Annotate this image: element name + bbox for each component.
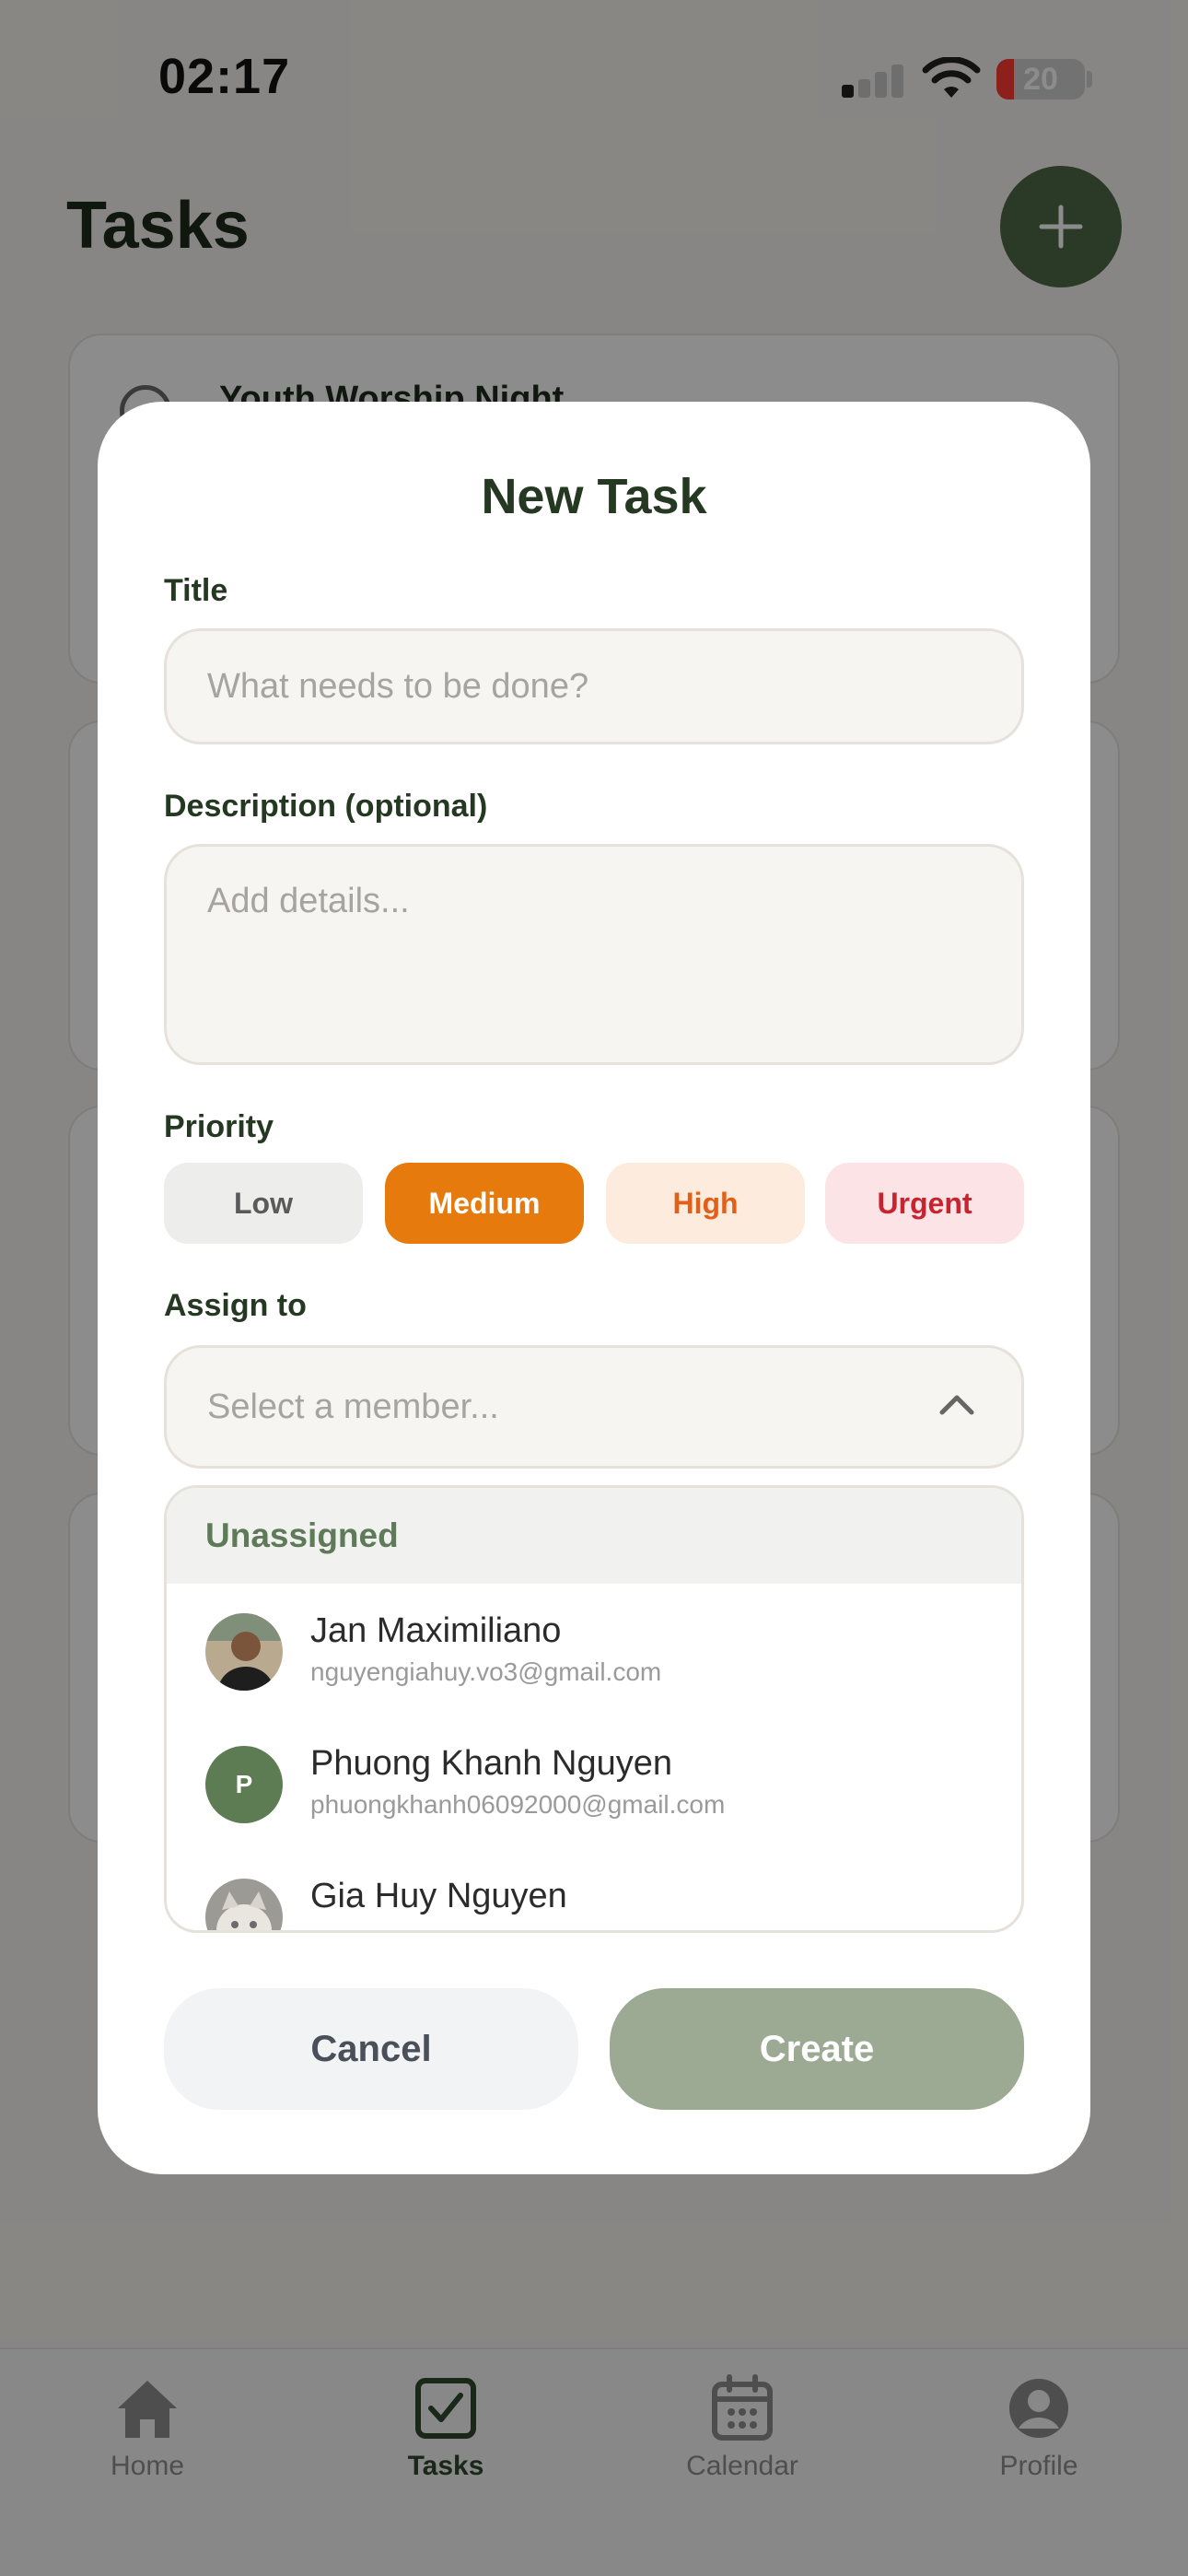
assign-label: Assign to xyxy=(164,1288,307,1323)
option-unassigned-label: Unassigned xyxy=(205,1516,399,1554)
cancel-button[interactable]: Cancel xyxy=(164,1988,578,2110)
avatar xyxy=(205,1879,283,1930)
new-task-modal: New Task Title What needs to be done? De… xyxy=(98,402,1090,2174)
title-input[interactable]: What needs to be done? xyxy=(164,628,1024,744)
avatar xyxy=(205,1613,283,1691)
member-option[interactable]: Gia Huy Nguyen xyxy=(167,1849,1021,1930)
person-photo-icon xyxy=(205,1613,283,1691)
priority-medium-button[interactable]: Medium xyxy=(385,1163,584,1244)
member-option[interactable]: Jan Maximiliano nguyengiahuy.vo3@gmail.c… xyxy=(167,1584,1021,1716)
modal-title: New Task xyxy=(481,469,707,524)
member-email: phuongkhanh06092000@gmail.com xyxy=(310,1790,726,1819)
member-email: nguyengiahuy.vo3@gmail.com xyxy=(310,1657,662,1686)
title-label: Title xyxy=(164,573,228,608)
cat-photo-icon xyxy=(205,1879,283,1930)
member-option[interactable]: P Phuong Khanh Nguyen phuongkhanh0609200… xyxy=(167,1716,1021,1849)
member-select-placeholder: Select a member... xyxy=(207,1388,499,1426)
priority-label: Priority xyxy=(164,1109,274,1144)
chevron-up-icon[interactable] xyxy=(937,1388,977,1420)
member-name: Phuong Khanh Nguyen xyxy=(310,1744,672,1783)
member-name: Jan Maximiliano xyxy=(310,1611,562,1650)
member-select[interactable]: Select a member... xyxy=(164,1345,1024,1469)
priority-low-button[interactable]: Low xyxy=(164,1163,363,1244)
member-dropdown: Unassigned Jan Maximiliano nguyengiahuy.… xyxy=(164,1485,1024,1933)
description-label: Description (optional) xyxy=(164,789,488,824)
option-unassigned[interactable]: Unassigned xyxy=(167,1488,1021,1584)
priority-urgent-button[interactable]: Urgent xyxy=(825,1163,1024,1244)
description-textarea[interactable]: Add details... xyxy=(164,844,1024,1065)
priority-high-button[interactable]: High xyxy=(606,1163,805,1244)
avatar: P xyxy=(205,1746,283,1823)
create-button[interactable]: Create xyxy=(610,1988,1024,2110)
member-name: Gia Huy Nguyen xyxy=(310,1877,567,1915)
